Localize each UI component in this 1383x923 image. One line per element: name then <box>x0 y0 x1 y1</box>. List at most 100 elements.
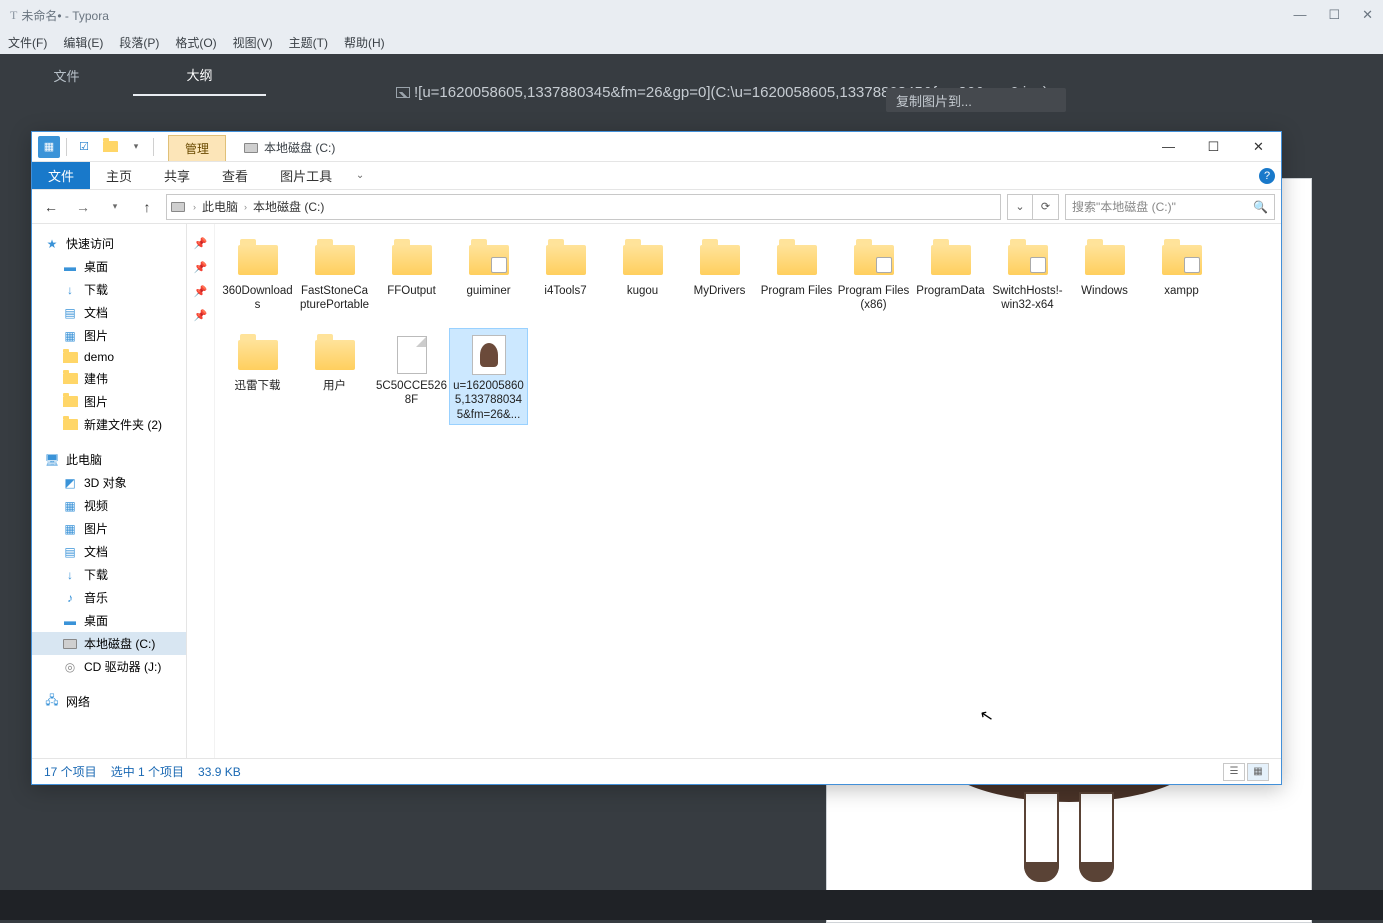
typora-titlebar[interactable]: T 未命名• - Typora — ☐ ✕ <box>0 0 1383 30</box>
tree-qa-newfolder2[interactable]: 新建文件夹 (2) <box>32 413 186 436</box>
nav-back-button[interactable]: ← <box>38 194 64 220</box>
view-details-button[interactable]: ☰ <box>1223 763 1245 781</box>
nav-recent-dropdown[interactable]: ▾ <box>102 194 128 220</box>
navigation-tree[interactable]: ★快速访问 ▬桌面 ↓下载 ▤文档 ▦图片 demo 建伟 图片 新建文件夹 (… <box>32 224 187 758</box>
file-item[interactable]: guiminer <box>450 234 527 329</box>
tree-3d-objects[interactable]: ◩3D 对象 <box>32 471 186 494</box>
nav-up-button[interactable]: ↑ <box>134 194 160 220</box>
qat-checkbox-icon[interactable]: ☑ <box>73 136 95 158</box>
tree-qa-desktop[interactable]: ▬桌面 <box>32 255 186 278</box>
tree-qa-jianwei[interactable]: 建伟 <box>32 367 186 390</box>
tree-quick-access[interactable]: ★快速访问 <box>32 232 186 255</box>
file-item[interactable]: Windows <box>1066 234 1143 329</box>
file-item[interactable]: 360Downloads <box>219 234 296 329</box>
tree-network[interactable]: 🖧网络 <box>32 690 186 713</box>
pin-icon[interactable]: 📌 <box>194 285 208 299</box>
ribbon-tab-share[interactable]: 共享 <box>148 162 206 189</box>
menu-format[interactable]: 格式(O) <box>175 34 216 51</box>
file-item[interactable]: Program Files <box>758 234 835 329</box>
tree-drive-c[interactable]: 本地磁盘 (C:) <box>32 632 186 655</box>
file-label: guiminer <box>466 284 510 298</box>
search-icon[interactable]: 🔍 <box>1253 200 1268 214</box>
pin-icon[interactable]: 📌 <box>194 237 208 251</box>
menu-file[interactable]: 文件(F) <box>8 34 47 51</box>
tree-documents[interactable]: ▤文档 <box>32 540 186 563</box>
menu-edit[interactable]: 编辑(E) <box>63 34 103 51</box>
document-icon: ▤ <box>62 545 78 559</box>
tree-qa-documents[interactable]: ▤文档 <box>32 301 186 324</box>
file-label: ProgramData <box>916 284 984 298</box>
folder-icon <box>62 372 78 386</box>
download-icon: ↓ <box>62 283 78 297</box>
ribbon-tab-file[interactable]: 文件 <box>32 162 90 189</box>
qat-dropdown-icon[interactable]: ▾ <box>125 136 147 158</box>
breadcrumb-this-pc[interactable]: 此电脑 <box>198 198 242 215</box>
pin-icon[interactable]: 📌 <box>194 261 208 275</box>
close-button[interactable]: ✕ <box>1236 132 1281 161</box>
file-item[interactable]: 用户 <box>296 329 373 424</box>
menu-paragraph[interactable]: 段落(P) <box>119 34 159 51</box>
maximize-button[interactable]: ☐ <box>1191 132 1236 161</box>
tree-desktop[interactable]: ▬桌面 <box>32 609 186 632</box>
explorer-titlebar[interactable]: ▦ ☑ ▾ 管理 本地磁盘 (C:) — ☐ ✕ <box>32 132 1281 162</box>
network-icon: 🖧 <box>44 695 60 709</box>
manage-context-tab[interactable]: 管理 <box>168 135 226 161</box>
view-icons-button[interactable]: ▦ <box>1247 763 1269 781</box>
menu-view[interactable]: 视图(V) <box>233 34 273 51</box>
search-input[interactable] <box>1072 200 1253 214</box>
markdown-image-line[interactable]: ![u=1620058605,1337880345&fm=26&gp=0](C:… <box>396 84 1363 101</box>
file-item[interactable]: i4Tools7 <box>527 234 604 329</box>
file-item[interactable]: kugou <box>604 234 681 329</box>
maximize-button[interactable]: ☐ <box>1328 7 1340 23</box>
sidebar-tab-files[interactable]: 文件 <box>0 54 133 96</box>
folder-icon <box>1005 240 1051 280</box>
file-item[interactable]: MyDrivers <box>681 234 758 329</box>
tree-music[interactable]: ♪音乐 <box>32 586 186 609</box>
file-item[interactable]: SwitchHosts!-win32-x64 <box>989 234 1066 329</box>
file-item[interactable]: xampp <box>1143 234 1220 329</box>
tree-downloads[interactable]: ↓下载 <box>32 563 186 586</box>
windows-taskbar[interactable] <box>0 890 1383 920</box>
file-item[interactable]: FastStoneCapturePortable <box>296 234 373 329</box>
refresh-button[interactable]: ⟳ <box>1033 194 1059 220</box>
tree-qa-pictures2[interactable]: 图片 <box>32 390 186 413</box>
file-explorer-window: ▦ ☑ ▾ 管理 本地磁盘 (C:) — ☐ ✕ 文件 主页 共享 查看 图片工… <box>31 131 1282 785</box>
typora-window-controls: — ☐ ✕ <box>1293 7 1373 23</box>
ribbon-tab-picture-tools[interactable]: 图片工具 <box>264 162 348 189</box>
ribbon-tab-view[interactable]: 查看 <box>206 162 264 189</box>
ribbon-expand-icon[interactable]: ⌄ <box>348 162 372 189</box>
tree-qa-demo[interactable]: demo <box>32 347 186 367</box>
qat-properties-icon[interactable]: ▦ <box>38 136 60 158</box>
search-box[interactable]: 🔍 <box>1065 194 1275 220</box>
tree-qa-pictures[interactable]: ▦图片 <box>32 324 186 347</box>
breadcrumb-drive-c[interactable]: 本地磁盘 (C:) <box>249 198 328 215</box>
ribbon-help-button[interactable]: ? <box>1253 162 1281 189</box>
tree-pictures[interactable]: ▦图片 <box>32 517 186 540</box>
file-item[interactable]: FFOutput <box>373 234 450 329</box>
tree-videos[interactable]: ▦视频 <box>32 494 186 517</box>
file-item[interactable]: u=1620058605,1337880345&fm=26&... <box>450 329 527 424</box>
sidebar-tab-outline[interactable]: 大纲 <box>133 54 266 96</box>
close-button[interactable]: ✕ <box>1362 7 1373 23</box>
address-dropdown-icon[interactable]: ⌄ <box>1007 194 1033 220</box>
minimize-button[interactable]: — <box>1146 132 1191 161</box>
file-list[interactable]: 360DownloadsFastStoneCapturePortableFFOu… <box>215 224 1281 758</box>
tree-qa-downloads[interactable]: ↓下载 <box>32 278 186 301</box>
address-breadcrumb[interactable]: › 此电脑 › 本地磁盘 (C:) <box>166 194 1001 220</box>
tree-this-pc[interactable]: 🖥此电脑 <box>32 448 186 471</box>
menu-help[interactable]: 帮助(H) <box>344 34 385 51</box>
qat-folder-icon[interactable] <box>99 136 121 158</box>
pc-icon: 🖥 <box>44 453 60 467</box>
ribbon-tab-home[interactable]: 主页 <box>90 162 148 189</box>
nav-forward-button[interactable]: → <box>70 194 96 220</box>
star-icon: ★ <box>44 237 60 251</box>
pin-icon[interactable]: 📌 <box>194 309 208 323</box>
file-item[interactable]: 5C50CCE5268F <box>373 329 450 424</box>
copy-image-tooltip[interactable]: 复制图片到... <box>886 88 1066 112</box>
file-item[interactable]: Program Files (x86) <box>835 234 912 329</box>
tree-cd-drive[interactable]: ◎CD 驱动器 (J:) <box>32 655 186 678</box>
menu-theme[interactable]: 主题(T) <box>289 34 328 51</box>
file-item[interactable]: ProgramData <box>912 234 989 329</box>
file-item[interactable]: 迅雷下载 <box>219 329 296 424</box>
minimize-button[interactable]: — <box>1293 7 1306 23</box>
